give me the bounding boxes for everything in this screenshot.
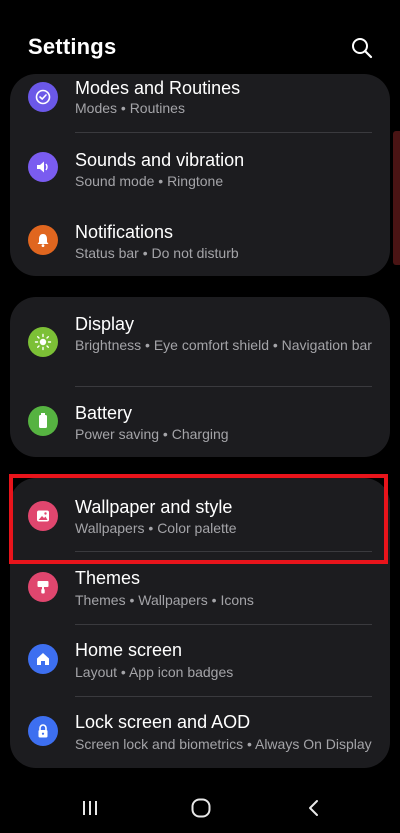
home-icon [28,644,58,674]
home-button[interactable] [181,791,221,825]
item-title: Modes and Routines [75,78,241,98]
item-subtitle: Screen lock and biometrics • Always On D… [75,736,372,752]
item-subtitle: Brightness • Eye comfort shield • Naviga… [75,337,372,353]
item-title: Home screen [75,640,183,660]
sun-icon [28,327,58,357]
settings-item-lock-screen[interactable]: Lock screen and AOD Screen lock and biom… [10,696,390,768]
back-icon [309,800,318,816]
item-title: Themes [75,568,141,588]
recents-button[interactable] [70,791,110,825]
search-icon [352,38,373,59]
item-title: Display [75,314,135,334]
recents-icon [83,801,97,815]
bell-icon [28,225,58,255]
modes-routines-icon [28,82,58,112]
home-button-icon [191,798,211,818]
themes-brush-icon [28,572,58,602]
settings-item-modes-routines[interactable]: Modes and Routines Modes • Routines [10,74,390,133]
settings-item-battery[interactable]: Battery Power saving • Charging [10,387,390,457]
navigation-bar [0,777,400,833]
battery-icon [28,406,58,436]
item-subtitle: Power saving • Charging [75,426,229,442]
search-button[interactable] [347,33,377,63]
back-button[interactable] [294,791,334,825]
highlight-box [9,474,388,564]
page-title: Settings [28,34,117,59]
item-title: Battery [75,403,133,423]
lock-icon [28,716,58,746]
item-title: Sounds and vibration [75,150,245,170]
settings-item-sounds[interactable]: Sounds and vibration Sound mode • Ringto… [10,133,390,205]
item-title: Notifications [75,222,174,242]
item-subtitle: Status bar • Do not disturb [75,245,239,261]
settings-item-home-screen[interactable]: Home screen Layout • App icon badges [10,624,390,697]
speaker-icon [28,152,58,182]
item-subtitle: Sound mode • Ringtone [75,173,224,189]
item-title: Lock screen and AOD [75,712,251,732]
app-header: Settings [0,0,400,82]
scroll-indicator[interactable] [393,131,400,265]
settings-item-notifications[interactable]: Notifications Status bar • Do not distur… [10,205,390,276]
settings-item-display[interactable]: Display Brightness • Eye comfort shield … [10,297,390,387]
settings-group-1: Modes and Routines Modes • Routines Soun… [10,74,390,276]
item-subtitle: Layout • App icon badges [75,664,234,680]
item-subtitle: Themes • Wallpapers • Icons [75,592,254,608]
settings-group-2: Display Brightness • Eye comfort shield … [10,297,390,457]
item-subtitle: Modes • Routines [75,100,185,116]
